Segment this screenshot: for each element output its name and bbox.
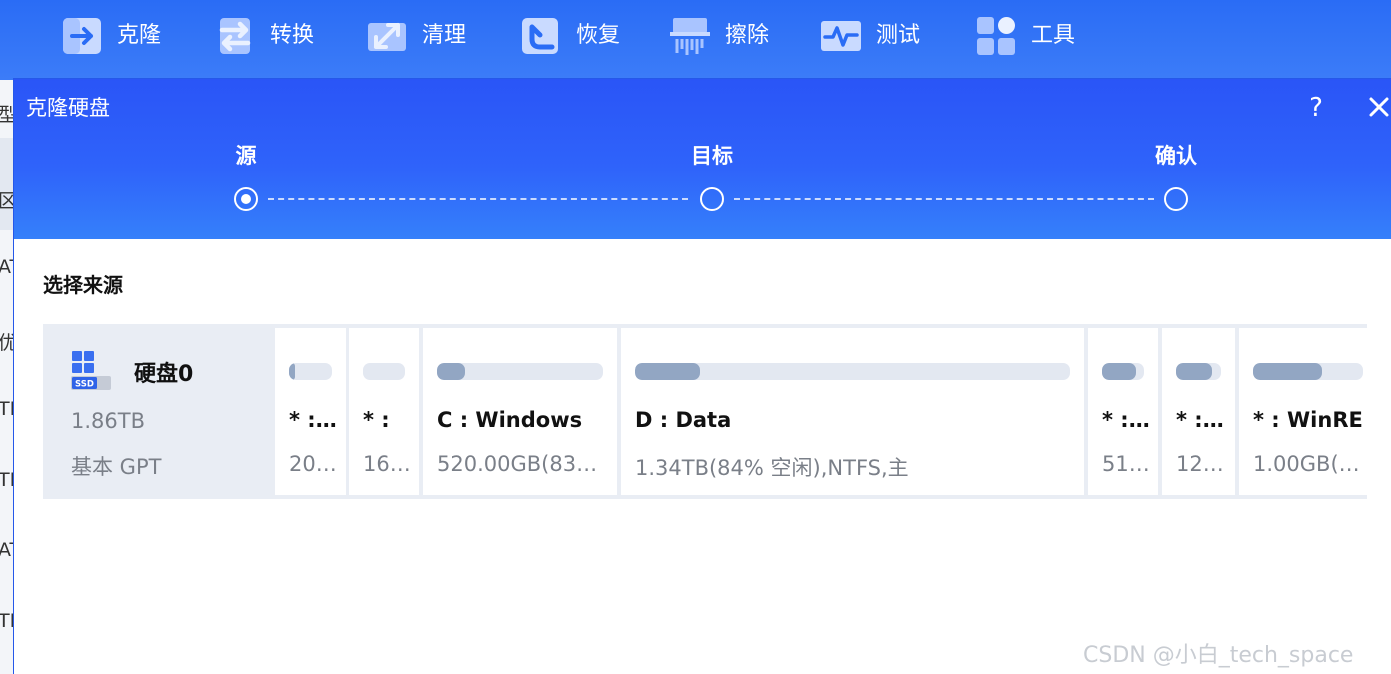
usage-bar-fill bbox=[1176, 363, 1212, 380]
step-confirm-indicator bbox=[1164, 187, 1188, 211]
partition-card[interactable]: * : ... 512... bbox=[1088, 328, 1158, 495]
toolbar-recover-button[interactable]: 恢复 bbox=[520, 14, 620, 58]
toolbar-recover-label: 恢复 bbox=[576, 23, 621, 48]
disk-info-card[interactable]: SSD 硬盘0 1.86TB 基本 GPT bbox=[43, 324, 259, 499]
background-text-fragment: 优 bbox=[0, 332, 13, 354]
toolbar-tools-label: 工具 bbox=[1031, 23, 1076, 48]
partition-name: * : ... bbox=[1102, 408, 1152, 432]
usage-bar-fill bbox=[1102, 363, 1136, 380]
usage-bar bbox=[1102, 363, 1144, 380]
close-icon[interactable] bbox=[1364, 89, 1391, 125]
dialog-title: 克隆硬盘 bbox=[26, 96, 110, 120]
partition-name: C : Windows bbox=[437, 408, 583, 432]
partition-detail: 520.00GB(83% ... bbox=[437, 452, 611, 476]
usage-bar bbox=[635, 363, 1070, 380]
toolbar-test-button[interactable]: 测试 bbox=[820, 14, 920, 58]
step-confirm-label: 确认 bbox=[1155, 144, 1197, 168]
partition-card[interactable]: * : ... 200... bbox=[275, 328, 346, 495]
partition-name: * : WinRE bbox=[1253, 408, 1363, 432]
usage-bar bbox=[289, 363, 332, 380]
background-text-fragment: TI bbox=[0, 469, 13, 491]
partition-name: D : Data bbox=[635, 408, 732, 432]
usage-bar bbox=[363, 363, 405, 380]
partition-name: * : ... bbox=[289, 408, 340, 432]
step-connector bbox=[268, 198, 688, 200]
step-source-label: 源 bbox=[235, 144, 257, 168]
watermark-text: CSDN @小白_tech_space bbox=[1083, 643, 1354, 668]
convert-arrows-icon bbox=[219, 18, 251, 54]
background-text-fragment: AT bbox=[0, 256, 13, 278]
step-connector bbox=[734, 198, 1154, 200]
toolbar-clone-button[interactable]: 克隆 bbox=[61, 14, 161, 58]
toolbar-wipe-label: 擦除 bbox=[725, 23, 770, 48]
shredder-icon bbox=[670, 18, 710, 55]
toolbar-cleanup-button[interactable]: 清理 bbox=[366, 14, 466, 58]
usage-bar-fill bbox=[1253, 363, 1323, 380]
disk-row[interactable]: SSD 硬盘0 1.86TB 基本 GPT * : ... 200... * :… bbox=[43, 324, 1377, 499]
disk-partition-style: 基本 GPT bbox=[71, 455, 162, 479]
partition-card[interactable]: * : 16.... bbox=[349, 328, 419, 495]
select-source-heading: 选择来源 bbox=[43, 273, 123, 297]
partition-detail: 200... bbox=[289, 452, 340, 476]
toolbar-clone-label: 克隆 bbox=[117, 23, 162, 48]
dialog-header: 克隆硬盘 ? 源 目标 确认 bbox=[14, 79, 1391, 239]
background-text-fragment: 型 bbox=[0, 104, 13, 126]
toolbar-convert-button[interactable]: 转换 bbox=[214, 14, 314, 58]
background-text-fragment: 区 bbox=[0, 190, 13, 212]
toolbar-cleanup-label: 清理 bbox=[422, 23, 467, 48]
step-source-indicator bbox=[234, 187, 258, 211]
partition-card[interactable]: * : WinRE 1.00GB(35... bbox=[1239, 328, 1377, 495]
partition-detail: 1.00GB(35... bbox=[1253, 452, 1371, 476]
ssd-disk-icon: SSD bbox=[71, 351, 111, 390]
partition-name: * : ... bbox=[1176, 408, 1229, 432]
partition-detail: 12.0... bbox=[1176, 452, 1229, 476]
background-text-fragment: AT bbox=[0, 539, 13, 561]
pulse-test-icon bbox=[821, 21, 861, 51]
clone-arrow-icon bbox=[63, 18, 101, 54]
usage-bar-fill bbox=[437, 363, 466, 380]
usage-bar-fill bbox=[635, 363, 701, 380]
toolbar-test-label: 测试 bbox=[876, 23, 921, 48]
step-target-label: 目标 bbox=[691, 144, 733, 168]
background-text-fragment: TI bbox=[0, 398, 13, 420]
recover-return-icon bbox=[522, 18, 558, 54]
usage-bar-fill bbox=[289, 363, 296, 380]
disk-name: 硬盘0 bbox=[134, 362, 194, 387]
partition-card[interactable]: C : Windows 520.00GB(83% ... bbox=[423, 328, 617, 495]
usage-bar bbox=[1176, 363, 1221, 380]
background-window-strip: 型 区 AT 优 TI TI AT TI bbox=[0, 80, 13, 674]
usage-bar bbox=[1253, 363, 1363, 380]
toolbar-tools-button[interactable]: 工具 bbox=[975, 14, 1075, 58]
partition-detail: 16.... bbox=[363, 452, 413, 476]
partition-detail: 1.34TB(84% 空闲),NTFS,主 bbox=[635, 456, 909, 480]
cleanup-expand-icon bbox=[368, 23, 406, 51]
clone-disk-dialog: 克隆硬盘 ? 源 目标 确认 选择来源 SSD 硬盘0 1.86TB 基本 GP… bbox=[13, 78, 1391, 674]
partition-detail: 512... bbox=[1102, 452, 1152, 476]
partition-name: * : bbox=[363, 408, 390, 432]
toolbar-wipe-button[interactable]: 擦除 bbox=[669, 14, 769, 58]
step-target-indicator bbox=[700, 187, 724, 211]
background-selected-row bbox=[0, 138, 13, 230]
main-toolbar: 克隆 转换 清理 恢复 擦除 测试 工具 bbox=[0, 0, 1391, 80]
toolbar-convert-label: 转换 bbox=[270, 23, 315, 48]
disk-size: 1.86TB bbox=[71, 409, 145, 433]
partition-card[interactable]: * : ... 12.0... bbox=[1162, 328, 1235, 495]
tools-grid-icon bbox=[977, 17, 1015, 55]
usage-bar bbox=[437, 363, 603, 380]
partition-card[interactable]: D : Data 1.34TB(84% 空闲),NTFS,主 bbox=[621, 328, 1084, 495]
ssd-badge-text: SSD bbox=[75, 380, 94, 390]
help-button[interactable]: ? bbox=[1301, 91, 1331, 125]
background-text-fragment: TI bbox=[0, 610, 13, 632]
